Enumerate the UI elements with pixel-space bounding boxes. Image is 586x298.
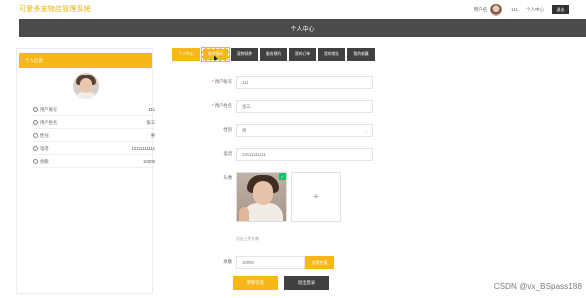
- account-field[interactable]: 111: [236, 76, 373, 89]
- user-avatar[interactable]: [490, 3, 503, 16]
- user-icon: [33, 107, 38, 112]
- brand-title: 可爱多宠物店管理系统: [19, 6, 91, 13]
- info-row-name: 用户姓名 张三: [33, 117, 155, 129]
- profile-avatar: [73, 73, 99, 99]
- update-info-button[interactable]: 更新信息: [233, 276, 278, 290]
- top-bar: 可爱多宠物店管理系统 用户名 111 个人中心 退出: [0, 0, 586, 19]
- phone-label: 电话: [223, 151, 232, 156]
- logout-account-button[interactable]: 退出登录: [284, 276, 329, 290]
- gender-select[interactable]: 男 ⌄: [236, 124, 373, 137]
- gender-icon: [33, 133, 38, 138]
- page-title: 个人中心: [19, 19, 586, 37]
- account-label: *用户账号: [212, 79, 232, 84]
- avatar-label: 头像: [223, 175, 232, 180]
- gender-value: 男: [242, 127, 247, 133]
- chevron-down-icon: ⌄: [364, 128, 368, 133]
- name-label: *用户姓名: [212, 103, 232, 108]
- info-label: 用户姓名: [40, 119, 58, 125]
- phone-field[interactable]: 13111111111: [236, 148, 373, 161]
- profile-card: 个人信息 用户账号 111 用户姓名 张三 性别 男 电话 1311111111…: [16, 48, 155, 294]
- info-value: 13111111111: [131, 146, 155, 151]
- info-label: 用户账号: [40, 106, 58, 112]
- recharge-button[interactable]: 点我充值: [305, 256, 334, 269]
- info-value: 张三: [146, 119, 155, 125]
- tab-my-orders[interactable]: 我的订单: [289, 48, 316, 61]
- personal-center-link[interactable]: 个人中心: [526, 7, 544, 13]
- top-right-menu: 用户名 111 个人中心 退出: [474, 0, 586, 19]
- info-value: 10000: [143, 159, 155, 164]
- tab-personal-center[interactable]: 个人中心: [172, 48, 200, 61]
- info-row-gender: 性别 男: [33, 130, 155, 142]
- name-field[interactable]: 张三: [236, 100, 373, 113]
- user-name[interactable]: 111: [511, 7, 518, 12]
- info-label: 性别: [40, 132, 49, 138]
- balance-label: 余额: [223, 259, 232, 264]
- profile-card-heading: 个人信息: [19, 53, 152, 68]
- upload-hint: 点击上传头像: [236, 237, 259, 241]
- watermark: CSDN @vx_BSpass188: [493, 282, 582, 291]
- user-icon: [33, 120, 38, 125]
- user-label: 用户名: [473, 6, 488, 12]
- info-label: 电话: [40, 145, 49, 151]
- info-value: 111: [148, 107, 155, 112]
- wallet-icon: [33, 159, 38, 164]
- logout-button[interactable]: 退出: [552, 5, 569, 14]
- profile-tabs: 个人中心 修改密码 宠物领养 服务预约 我的订单 我的地址 我的收藏: [172, 47, 375, 62]
- tab-my-addresses[interactable]: 我的地址: [318, 48, 345, 61]
- plus-icon: +: [313, 191, 319, 203]
- info-row-phone: 电话 13111111111: [33, 143, 155, 155]
- info-label: 余额: [40, 158, 49, 164]
- tab-pet-adoption[interactable]: 宠物领养: [231, 48, 258, 61]
- info-row-account: 用户账号 111: [33, 104, 155, 116]
- balance-field[interactable]: 10000: [236, 256, 305, 269]
- avatar-preview[interactable]: ✓: [236, 172, 287, 222]
- check-icon: ✓: [279, 173, 286, 180]
- tab-service-booking[interactable]: 服务预约: [260, 48, 287, 61]
- phone-icon: [33, 146, 38, 151]
- avatar-upload-button[interactable]: +: [291, 172, 341, 222]
- tab-my-favorites[interactable]: 我的收藏: [347, 48, 375, 61]
- gender-label: 性别: [223, 127, 232, 132]
- info-value: 男: [150, 132, 155, 138]
- info-row-balance: 余额 10000: [33, 156, 155, 168]
